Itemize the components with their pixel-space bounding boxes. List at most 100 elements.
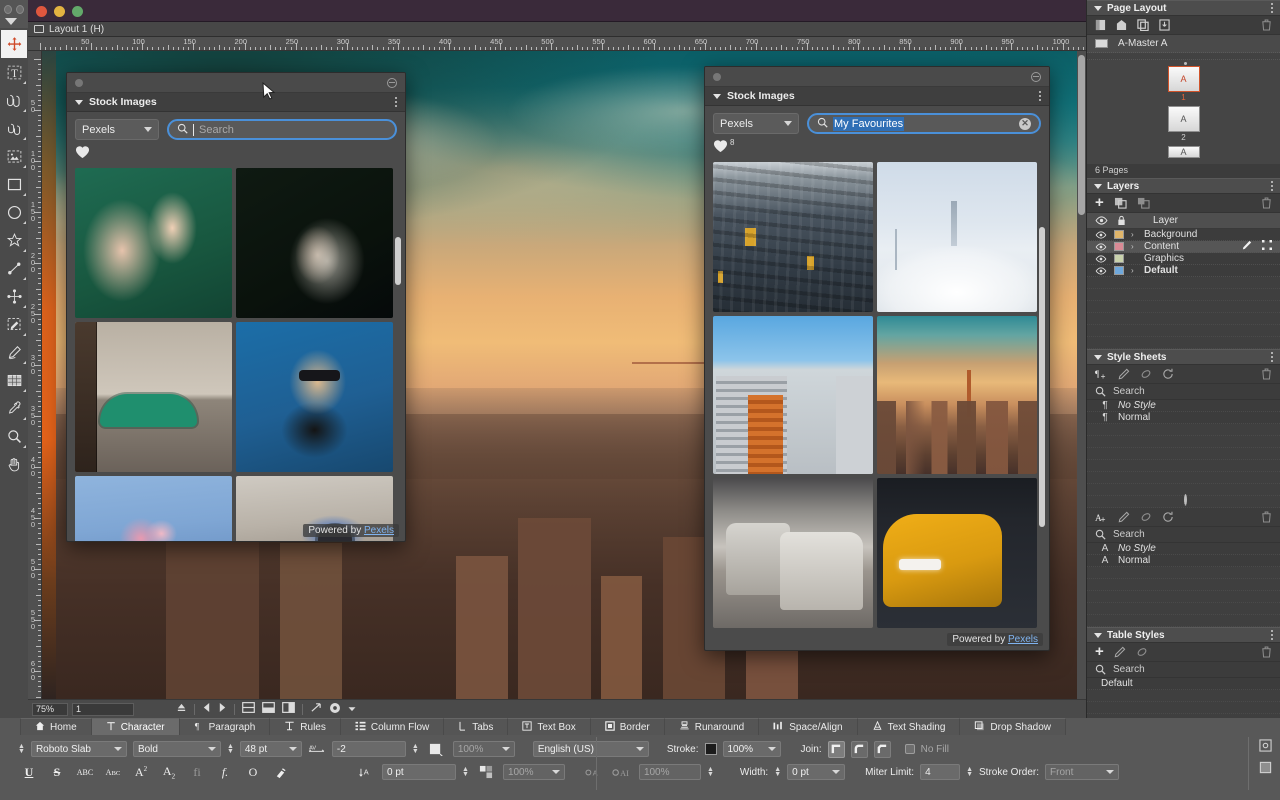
panel-collapse-button[interactable] bbox=[1031, 72, 1041, 82]
add-icon[interactable]: + bbox=[1095, 647, 1104, 657]
add-layer-icon[interactable]: + bbox=[1095, 198, 1104, 208]
page-thumbnail[interactable]: A bbox=[1168, 146, 1200, 158]
opacity-stepper[interactable]: ▲▼ bbox=[707, 767, 714, 777]
stock-image-grid[interactable] bbox=[67, 168, 405, 542]
ai-toggle-icon[interactable]: AI bbox=[611, 763, 633, 781]
split-vertical-icon[interactable] bbox=[262, 702, 275, 716]
freehand-pen-tool[interactable] bbox=[1, 338, 27, 366]
edit-pencil-icon[interactable] bbox=[1242, 240, 1252, 253]
close-window-button[interactable] bbox=[36, 6, 47, 17]
font-style-select[interactable]: Bold bbox=[133, 741, 221, 757]
panel-menu-icon[interactable] bbox=[1039, 91, 1042, 102]
table-styles-list[interactable]: Default bbox=[1087, 678, 1280, 690]
disclosure-triangle-icon[interactable] bbox=[713, 94, 721, 99]
page-thumbnail-item[interactable]: A1 bbox=[1087, 66, 1280, 102]
tab-border[interactable]: Border bbox=[591, 718, 665, 735]
document-tab[interactable]: Layout 1 (H) bbox=[28, 22, 1086, 37]
line-tool[interactable] bbox=[1, 254, 27, 282]
stroke-color-swatch[interactable] bbox=[705, 743, 717, 755]
tracking-stepper[interactable]: ▲▼ bbox=[412, 744, 419, 754]
move-tool[interactable] bbox=[1, 30, 27, 58]
page-thumbnail-item[interactable]: A2 bbox=[1087, 106, 1280, 142]
favourites-row[interactable]: 8 bbox=[705, 137, 1049, 162]
delete-icon[interactable] bbox=[1261, 19, 1272, 31]
language-select[interactable]: English (US) bbox=[533, 741, 649, 757]
font-family-select[interactable]: Roboto Slab bbox=[31, 741, 127, 757]
star-box-tool[interactable] bbox=[1, 226, 27, 254]
heart-icon[interactable] bbox=[75, 145, 90, 162]
style-sheets-resize-handle[interactable] bbox=[1184, 494, 1187, 506]
picture-content-tool[interactable] bbox=[1, 86, 27, 114]
paragraph-styles-list[interactable]: ¶No Style¶Normal bbox=[1087, 400, 1280, 424]
panel-header[interactable]: Stock Images bbox=[705, 87, 1049, 106]
style-sheet-row[interactable]: ¶Normal bbox=[1087, 412, 1280, 424]
font-size-select[interactable]: 48 pt bbox=[240, 741, 302, 757]
tab-rules[interactable]: Rules bbox=[270, 718, 341, 735]
stock-image-thumbnail[interactable] bbox=[877, 478, 1037, 628]
rectangle-box-tool[interactable] bbox=[1, 170, 27, 198]
bezier-pen-tool[interactable] bbox=[1, 310, 27, 338]
new-style-icon[interactable]: A+ bbox=[1095, 511, 1108, 523]
page-up-icon[interactable] bbox=[176, 702, 187, 716]
move-item-to-layer-icon[interactable] bbox=[1137, 197, 1150, 209]
export-icon[interactable] bbox=[310, 702, 322, 716]
options-chevron-icon[interactable] bbox=[348, 703, 356, 715]
tab-character[interactable]: Character bbox=[92, 718, 180, 735]
duplicate-icon[interactable] bbox=[1140, 368, 1152, 380]
split-view-icon[interactable] bbox=[282, 702, 295, 716]
split-horizontal-icon[interactable] bbox=[242, 702, 255, 716]
eye-icon[interactable] bbox=[1095, 243, 1107, 251]
layer-color-swatch[interactable] bbox=[1114, 254, 1124, 263]
toolbar-minimize-dot[interactable] bbox=[16, 5, 24, 14]
baseline-shift-field[interactable]: 0 pt bbox=[382, 764, 456, 780]
zoom-level-field[interactable]: 75% bbox=[32, 703, 68, 716]
eye-icon[interactable] bbox=[1095, 255, 1107, 263]
ligatures-icon[interactable]: fi bbox=[186, 763, 208, 781]
table-styles-menu-icon[interactable] bbox=[1271, 630, 1274, 641]
layers-menu-icon[interactable] bbox=[1271, 181, 1274, 192]
expand-chevron-icon[interactable]: › bbox=[1131, 242, 1137, 251]
preview-icon[interactable] bbox=[329, 702, 341, 717]
tracking-field[interactable]: -2 bbox=[332, 741, 406, 757]
zoom-window-button[interactable] bbox=[72, 6, 83, 17]
layer-color-swatch[interactable] bbox=[1114, 266, 1124, 275]
stroke-order-select[interactable]: Front bbox=[1045, 764, 1119, 780]
pan-tool[interactable] bbox=[1, 450, 27, 478]
style-sheets-menu-icon[interactable] bbox=[1271, 352, 1274, 363]
heart-icon[interactable] bbox=[713, 139, 728, 156]
stock-image-grid[interactable] bbox=[705, 162, 1049, 628]
layers-section-header[interactable]: Layers bbox=[1087, 178, 1280, 194]
all-caps-icon[interactable]: ABC bbox=[74, 763, 96, 781]
table-styles-section-header[interactable]: Table Styles bbox=[1087, 627, 1280, 643]
stock-image-thumbnail[interactable] bbox=[713, 162, 873, 312]
delete-icon[interactable] bbox=[1261, 197, 1272, 209]
disclosure-triangle-icon[interactable] bbox=[1094, 355, 1102, 360]
page-thumbnail-item[interactable]: A3 bbox=[1087, 146, 1280, 158]
font-size-stepper[interactable]: ▲▼ bbox=[227, 744, 234, 754]
layers-list[interactable]: ›Background›ContentGraphics›Default bbox=[1087, 229, 1280, 277]
stock-image-thumbnail[interactable] bbox=[877, 162, 1037, 312]
edit-icon[interactable] bbox=[1118, 368, 1130, 380]
optical-alignment-icon[interactable]: A bbox=[583, 763, 605, 781]
merge-layers-icon[interactable] bbox=[1114, 197, 1127, 209]
style-sheets-section-header[interactable]: Style Sheets bbox=[1087, 349, 1280, 365]
layer-row[interactable]: ›Content bbox=[1087, 241, 1280, 253]
font-size-stepper-left[interactable]: ▲▼ bbox=[18, 744, 25, 754]
shadow-brush-icon[interactable] bbox=[270, 763, 292, 781]
superscript-icon[interactable]: A2 bbox=[130, 763, 152, 781]
pexels-link[interactable]: Pexels bbox=[364, 525, 394, 536]
table-style-row[interactable]: Default bbox=[1087, 678, 1280, 690]
edit-icon[interactable] bbox=[1114, 646, 1126, 658]
select-items-icon[interactable] bbox=[1262, 240, 1272, 253]
strikethrough-icon[interactable]: S bbox=[46, 763, 68, 781]
tab-space-align[interactable]: Space/Align bbox=[759, 718, 857, 735]
update-icon[interactable] bbox=[1162, 511, 1174, 523]
eye-icon[interactable] bbox=[1095, 231, 1107, 239]
panel-vertical-scrollbar[interactable] bbox=[395, 237, 401, 285]
baseline-shift-stepper[interactable]: ▲▼ bbox=[462, 767, 469, 777]
subscript-icon[interactable]: A2 bbox=[158, 763, 180, 781]
width-stepper[interactable]: ▲▼ bbox=[774, 767, 781, 777]
eyedropper-tool[interactable] bbox=[1, 394, 27, 422]
panel-grabber[interactable] bbox=[67, 73, 405, 93]
vertical-scale-select[interactable]: 100% bbox=[503, 764, 565, 780]
